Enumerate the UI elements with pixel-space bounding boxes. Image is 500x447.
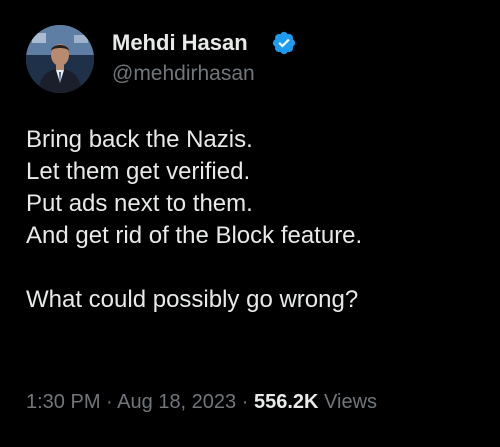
tweet-text: Bring back the Nazis. Let them get verif… <box>26 124 486 316</box>
tweet-date[interactable]: Aug 18, 2023 <box>117 391 236 413</box>
verified-badge-icon[interactable] <box>271 30 297 56</box>
tweet-line: Bring back the Nazis. <box>26 126 253 153</box>
tweet-meta: 1:30 PM · Aug 18, 2023 · 556.2K Views <box>26 389 377 415</box>
tweet-line: And get rid of the Block feature. <box>26 222 363 249</box>
avatar[interactable] <box>26 25 94 93</box>
tweet-closing-line: What could possibly go wrong? <box>26 286 359 313</box>
meta-separator: · <box>241 391 249 413</box>
author-display-name[interactable]: Mehdi Hasan <box>112 31 248 55</box>
meta-separator: · <box>106 391 113 413</box>
tweet-line: Let them get verified. <box>26 158 251 185</box>
tweet-card: Mehdi Hasan @mehdirhasan Bring back the … <box>0 0 500 447</box>
tweet-time[interactable]: 1:30 PM <box>26 391 100 413</box>
tweet-line: Put ads next to them. <box>26 190 253 217</box>
views-count: 556.2K <box>253 391 319 413</box>
author-handle[interactable]: @mehdirhasan <box>112 62 255 86</box>
paragraph-break <box>26 252 486 284</box>
avatar-photo <box>26 25 94 93</box>
views-label: Views <box>324 391 378 413</box>
